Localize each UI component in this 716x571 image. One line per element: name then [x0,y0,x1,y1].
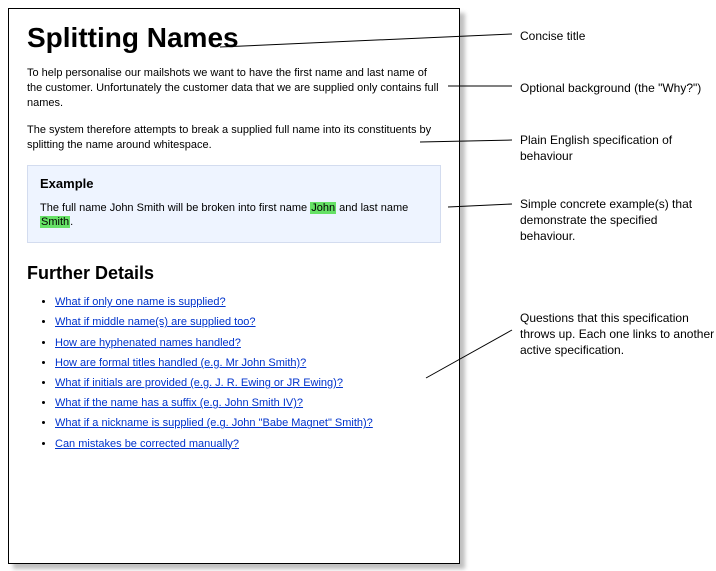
annotation-example: Simple concrete example(s) that demonstr… [520,196,716,245]
list-item: How are formal titles handled (e.g. Mr J… [55,357,441,370]
annotation-spec: Plain English specification of behaviour [520,132,716,164]
list-item: How are hyphenated names handled? [55,337,441,350]
page-title: Splitting Names [27,23,441,52]
list-item: Can mistakes be corrected manually? [55,438,441,451]
example-mid: and last name [336,202,408,214]
spec-link[interactable]: How are hyphenated names handled? [55,337,241,349]
annotation-questions: Questions that this specification throws… [520,310,716,359]
annotation-title: Concise title [520,28,585,44]
list-item: What if the name has a suffix (e.g. John… [55,397,441,410]
spec-paragraph: The system therefore attempts to break a… [27,123,441,153]
example-suffix: . [70,216,73,228]
example-box: Example The full name John Smith will be… [27,165,441,244]
spec-link[interactable]: What if initials are provided (e.g. J. R… [55,377,343,389]
example-heading: Example [40,176,428,191]
spec-link[interactable]: What if a nickname is supplied (e.g. Joh… [55,417,373,429]
background-paragraph: To help personalise our mailshots we wan… [27,66,441,111]
list-item: What if initials are provided (e.g. J. R… [55,377,441,390]
spec-link[interactable]: How are formal titles handled (e.g. Mr J… [55,357,306,369]
spec-link[interactable]: What if only one name is supplied? [55,296,226,308]
spec-link[interactable]: What if middle name(s) are supplied too? [55,316,256,328]
further-details-list: What if only one name is supplied? What … [27,296,441,451]
spec-document: Splitting Names To help personalise our … [8,8,460,564]
example-first-highlight: John [310,202,336,214]
annotation-background: Optional background (the "Why?") [520,80,701,96]
list-item: What if only one name is supplied? [55,296,441,309]
spec-link[interactable]: What if the name has a suffix (e.g. John… [55,397,303,409]
example-prefix: The full name John Smith will be broken … [40,202,310,214]
further-details-heading: Further Details [27,263,441,284]
example-last-highlight: Smith [40,216,70,228]
spec-link[interactable]: Can mistakes be corrected manually? [55,438,239,450]
list-item: What if middle name(s) are supplied too? [55,316,441,329]
example-text: The full name John Smith will be broken … [40,201,428,231]
list-item: What if a nickname is supplied (e.g. Joh… [55,417,441,430]
